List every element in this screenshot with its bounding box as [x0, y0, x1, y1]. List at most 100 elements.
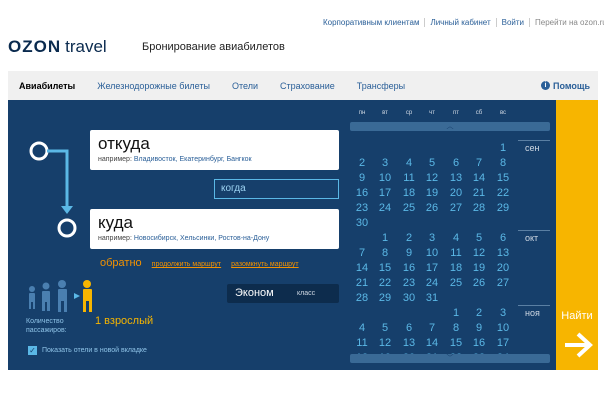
arrow-right-icon[interactable] — [563, 331, 593, 359]
calendar-day[interactable]: 8 — [493, 157, 513, 169]
calendar-day[interactable]: 2 — [469, 307, 489, 319]
calendar-day[interactable]: 31 — [422, 292, 442, 304]
calendar-day[interactable]: 15 — [446, 337, 466, 349]
calendar-day[interactable]: 1 — [375, 232, 395, 244]
tab-flights[interactable]: Авиабилеты — [8, 81, 86, 91]
calendar-day[interactable]: 14 — [422, 337, 442, 349]
calendar-day[interactable]: 10 — [493, 322, 513, 334]
calendar-day[interactable]: 14 — [352, 262, 372, 274]
calendar-day[interactable]: 18 — [446, 262, 466, 274]
calendar-day[interactable]: 17 — [422, 262, 442, 274]
calendar-day[interactable]: 23 — [399, 277, 419, 289]
calendar-day[interactable]: 17 — [375, 187, 395, 199]
calendar-day[interactable]: 6 — [399, 322, 419, 334]
class-selector[interactable]: Эконом класс — [227, 284, 339, 303]
help-link[interactable]: i Помощь — [540, 81, 598, 91]
calendar-day[interactable]: 11 — [352, 337, 372, 349]
calendar-day[interactable]: 1 — [446, 307, 466, 319]
calendar-day[interactable]: 20 — [493, 262, 513, 274]
calendar-day[interactable]: 30 — [352, 217, 372, 229]
calendar-day[interactable]: 15 — [493, 172, 513, 184]
calendar-day[interactable]: 3 — [375, 157, 395, 169]
ozon-link[interactable]: Перейти на ozon.ru — [529, 18, 604, 27]
account-link[interactable]: Личный кабинет — [424, 18, 495, 27]
calendar-day[interactable]: 4 — [352, 322, 372, 334]
calendar-day[interactable]: 7 — [352, 247, 372, 259]
calendar-day[interactable]: 13 — [446, 172, 466, 184]
calendar-day[interactable]: 23 — [352, 202, 372, 214]
calendar-day[interactable]: 27 — [493, 277, 513, 289]
to-hint-examples[interactable]: Новосибирск, Хельсинки, Ростов-на-Дону — [134, 235, 269, 242]
calendar-day[interactable]: 18 — [399, 187, 419, 199]
calendar-day[interactable]: 7 — [422, 322, 442, 334]
from-hint-examples[interactable]: Владивосток, Екатеринбург, Бангкок — [134, 156, 252, 163]
calendar-day[interactable]: 3 — [422, 232, 442, 244]
calendar-day[interactable]: 16 — [469, 337, 489, 349]
calendar-day[interactable]: 9 — [469, 322, 489, 334]
calendar-scroll-down[interactable]: ﹀ — [350, 354, 550, 363]
search-button-area[interactable] — [556, 100, 598, 370]
calendar-day[interactable]: 14 — [469, 172, 489, 184]
corporate-link[interactable]: Корпоративным клиентам — [318, 18, 424, 27]
calendar-day[interactable]: 29 — [375, 292, 395, 304]
tab-insurance[interactable]: Страхование — [269, 81, 346, 91]
calendar-day[interactable]: 15 — [375, 262, 395, 274]
logo[interactable]: OZON travel — [8, 37, 107, 57]
calendar-day[interactable]: 19 — [422, 187, 442, 199]
calendar-day[interactable]: 22 — [375, 277, 395, 289]
calendar-day[interactable]: 5 — [422, 157, 442, 169]
calendar-day[interactable]: 9 — [399, 247, 419, 259]
calendar-day[interactable]: 19 — [469, 262, 489, 274]
search-button-label[interactable]: Найти — [556, 310, 598, 322]
calendar-day[interactable]: 9 — [352, 172, 372, 184]
calendar-day[interactable]: 5 — [375, 322, 395, 334]
from-field[interactable]: откуда например: Владивосток, Екатеринбу… — [90, 130, 339, 170]
login-link[interactable]: Войти — [495, 18, 529, 27]
calendar-day[interactable]: 29 — [493, 202, 513, 214]
show-hotels-checkbox[interactable]: ✓ Показать отели в новой вкладке — [28, 346, 147, 355]
calendar-day[interactable]: 16 — [399, 262, 419, 274]
calendar-day[interactable]: 10 — [422, 247, 442, 259]
continue-route-link[interactable]: продолжить маршрут — [152, 261, 221, 268]
calendar-day[interactable]: 3 — [493, 307, 513, 319]
split-route-link[interactable]: разомкнуть маршрут — [231, 261, 299, 268]
calendar-day[interactable]: 20 — [446, 187, 466, 199]
date-input[interactable]: когда — [214, 179, 339, 199]
calendar-day[interactable]: 21 — [469, 187, 489, 199]
calendar-day[interactable]: 5 — [469, 232, 489, 244]
tab-trains[interactable]: Железнодорожные билеты — [86, 81, 221, 91]
calendar-day[interactable]: 2 — [399, 232, 419, 244]
calendar-day[interactable]: 4 — [399, 157, 419, 169]
calendar-day[interactable]: 12 — [469, 247, 489, 259]
calendar-day[interactable]: 11 — [446, 247, 466, 259]
calendar-day[interactable]: 28 — [352, 292, 372, 304]
calendar-day[interactable]: 16 — [352, 187, 372, 199]
calendar-day[interactable]: 26 — [469, 277, 489, 289]
tab-transfers[interactable]: Трансферы — [346, 81, 416, 91]
calendar-day[interactable]: 10 — [375, 172, 395, 184]
calendar-day[interactable]: 8 — [446, 322, 466, 334]
calendar-day[interactable]: 27 — [446, 202, 466, 214]
calendar-day[interactable]: 2 — [352, 157, 372, 169]
calendar-day[interactable]: 21 — [352, 277, 372, 289]
calendar-day[interactable]: 1 — [493, 142, 513, 154]
return-link[interactable]: обратно — [100, 257, 142, 269]
calendar-day[interactable]: 30 — [399, 292, 419, 304]
calendar-day[interactable]: 25 — [399, 202, 419, 214]
calendar-day[interactable]: 8 — [375, 247, 395, 259]
calendar-day[interactable]: 25 — [446, 277, 466, 289]
passenger-icons[interactable] — [24, 279, 94, 313]
calendar-day[interactable]: 6 — [446, 157, 466, 169]
calendar-day[interactable]: 24 — [422, 277, 442, 289]
calendar-day[interactable]: 11 — [399, 172, 419, 184]
to-field[interactable]: куда например: Новосибирск, Хельсинки, Р… — [90, 209, 339, 249]
tab-hotels[interactable]: Отели — [221, 81, 269, 91]
calendar-day[interactable]: 26 — [422, 202, 442, 214]
checkbox-icon[interactable]: ✓ — [28, 346, 37, 355]
passengers-value[interactable]: 1 взрослый — [95, 315, 153, 327]
calendar-day[interactable]: 4 — [446, 232, 466, 244]
calendar-day[interactable]: 12 — [422, 172, 442, 184]
calendar-day[interactable]: 13 — [399, 337, 419, 349]
calendar-scroll-up[interactable]: ︿ — [350, 122, 550, 131]
calendar-day[interactable]: 24 — [375, 202, 395, 214]
